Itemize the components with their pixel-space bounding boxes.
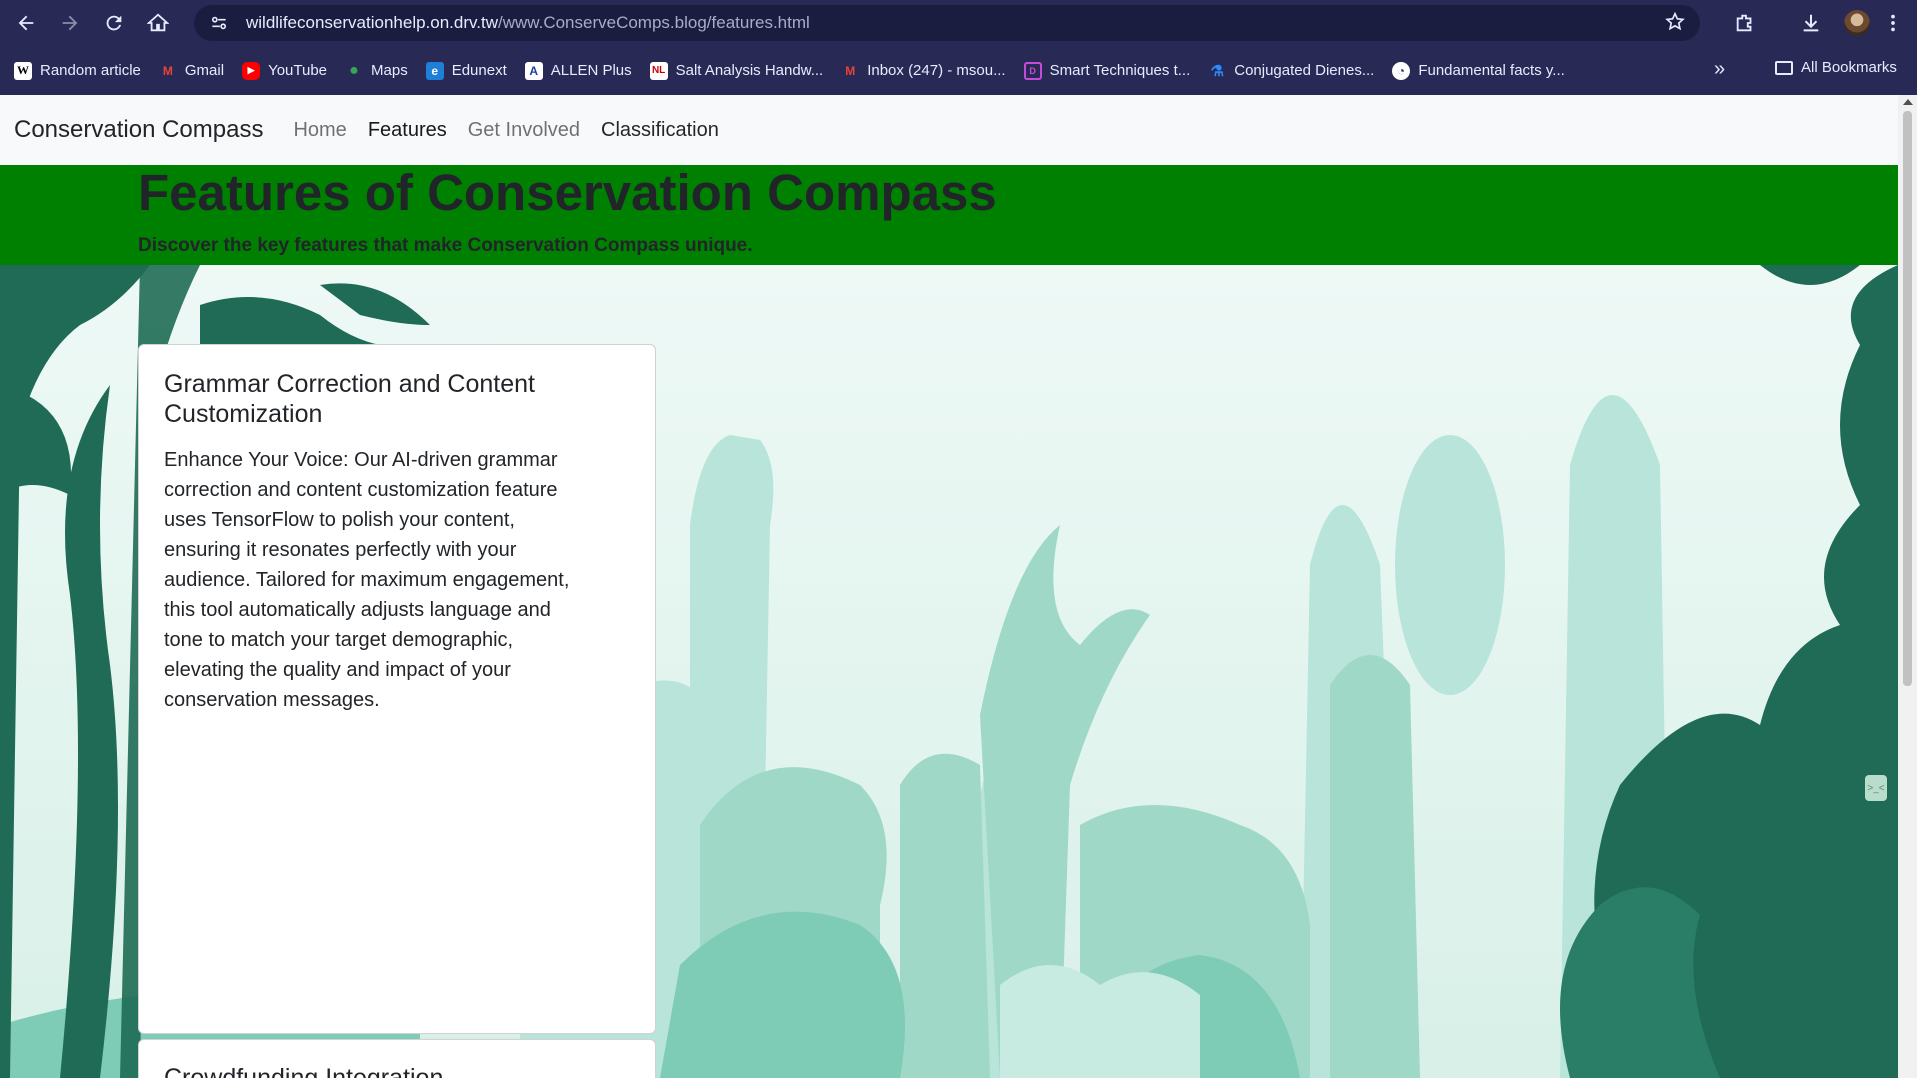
extensions-icon[interactable] <box>1727 5 1763 41</box>
back-button[interactable] <box>8 5 44 41</box>
nav-get-involved[interactable]: Get Involved <box>468 119 580 142</box>
globe-icon: ◔ <box>1392 61 1411 80</box>
avatar <box>1844 10 1870 36</box>
bookmark-smart-techniques[interactable]: D Smart Techniques t... <box>1023 61 1191 80</box>
bookmark-label: Edunext <box>451 62 507 79</box>
browser-toolbar: wildlifeconservationhelp.on.drv.tw/www.C… <box>0 0 1917 46</box>
address-bar[interactable]: wildlifeconservationhelp.on.drv.tw/www.C… <box>194 5 1700 41</box>
feature-card-grammar: Grammar Correction and Content Customiza… <box>138 344 656 1034</box>
home-icon <box>147 13 169 32</box>
url-host: wildlifeconservationhelp.on.drv.tw <box>246 13 498 32</box>
wikipedia-icon: W <box>14 61 32 80</box>
bookmark-label: Smart Techniques t... <box>1049 62 1191 79</box>
site-navbar: Conservation Compass Home Features Get I… <box>0 95 1898 165</box>
reload-button[interactable] <box>96 5 132 41</box>
bookmark-label: Fundamental facts y... <box>1418 62 1565 79</box>
arrow-right-icon <box>62 15 78 31</box>
url-text[interactable]: wildlifeconservationhelp.on.drv.tw/www.C… <box>246 13 810 33</box>
forward-button[interactable] <box>52 5 88 41</box>
bookmarks-bar: W Random article M Gmail ▶ YouTube ● Map… <box>0 46 1917 95</box>
allen-icon: A <box>524 61 543 80</box>
bookmark-star-icon[interactable] <box>1664 11 1686 38</box>
nl-icon: NL <box>649 61 668 80</box>
bookmark-youtube[interactable]: ▶ YouTube <box>242 61 328 80</box>
bookmark-random-article[interactable]: W Random article <box>14 61 141 80</box>
card-title: Crowdfunding Integration <box>164 1064 444 1078</box>
bookmark-icon: D <box>1023 61 1042 80</box>
nav-classification[interactable]: Classification <box>601 119 719 142</box>
bookmark-allen[interactable]: A ALLEN Plus <box>524 61 632 80</box>
maps-icon: ● <box>349 61 359 79</box>
reload-icon <box>106 15 122 31</box>
bookmark-salt-analysis[interactable]: NL Salt Analysis Handw... <box>649 61 824 80</box>
card-title: Grammar Correction and Content Customiza… <box>164 370 535 428</box>
side-panel-handle-icon[interactable]: >_< <box>1865 775 1887 801</box>
download-icon[interactable] <box>1793 5 1829 41</box>
home-button[interactable] <box>140 5 176 41</box>
page-scrollbar[interactable] <box>1898 95 1917 1078</box>
folder-icon <box>1775 60 1793 75</box>
bookmarks-overflow-button[interactable]: » <box>1714 58 1725 81</box>
toolbar-right-icons <box>1727 0 1917 46</box>
edunext-icon: e <box>425 61 444 80</box>
bookmark-conjugated-dienes[interactable]: ⚗ Conjugated Dienes... <box>1208 62 1375 80</box>
bookmark-maps[interactable]: ● Maps <box>345 62 408 80</box>
bookmark-label: Maps <box>371 62 408 79</box>
gmail-icon: M <box>162 63 173 78</box>
nav-home[interactable]: Home <box>293 119 346 142</box>
gmail-icon: M <box>845 63 856 78</box>
url-path: /www.ConserveComps.blog/features.html <box>497 13 810 32</box>
bookmark-label: ALLEN Plus <box>550 62 632 79</box>
bookmark-label: YouTube <box>268 62 328 79</box>
card-body: Enhance Your Voice: Our AI-driven gramma… <box>164 449 570 711</box>
bookmark-label: Salt Analysis Handw... <box>675 62 824 79</box>
menu-kebab-icon[interactable] <box>1875 5 1911 41</box>
page-title: Features of Conservation Compass <box>138 164 997 221</box>
bookmark-label: Inbox (247) - msou... <box>867 62 1006 79</box>
brand-link[interactable]: Conservation Compass <box>14 116 263 144</box>
page-viewport: Conservation Compass Home Features Get I… <box>0 95 1898 1078</box>
site-info-icon[interactable] <box>202 9 236 37</box>
all-bookmarks-button[interactable]: All Bookmarks <box>1775 59 1897 76</box>
bookmark-fundamental-facts[interactable]: ◔ Fundamental facts y... <box>1392 61 1565 80</box>
bookmark-label: Random article <box>40 62 141 79</box>
bookmark-edunext[interactable]: e Edunext <box>425 61 507 80</box>
bookmark-gmail[interactable]: M Gmail <box>159 62 224 80</box>
flask-icon: ⚗ <box>1210 62 1224 80</box>
profile-avatar[interactable] <box>1839 5 1875 41</box>
bookmark-label: Conjugated Dienes... <box>1234 62 1375 79</box>
arrow-left-icon <box>18 15 34 31</box>
scroll-up-arrow-icon[interactable] <box>1903 99 1913 105</box>
bookmark-inbox[interactable]: M Inbox (247) - msou... <box>841 62 1005 80</box>
feature-card-crowdfunding: Crowdfunding Integration <box>138 1039 656 1078</box>
page-subtitle: Discover the key features that make Cons… <box>138 235 753 256</box>
nav-features[interactable]: Features <box>368 119 447 142</box>
bookmark-label: Gmail <box>184 62 225 79</box>
all-bookmarks-label: All Bookmarks <box>1801 59 1897 76</box>
youtube-icon: ▶ <box>242 61 261 80</box>
hero-banner: Features of Conservation Compass Discove… <box>0 164 1898 265</box>
scroll-thumb[interactable] <box>1903 111 1912 686</box>
